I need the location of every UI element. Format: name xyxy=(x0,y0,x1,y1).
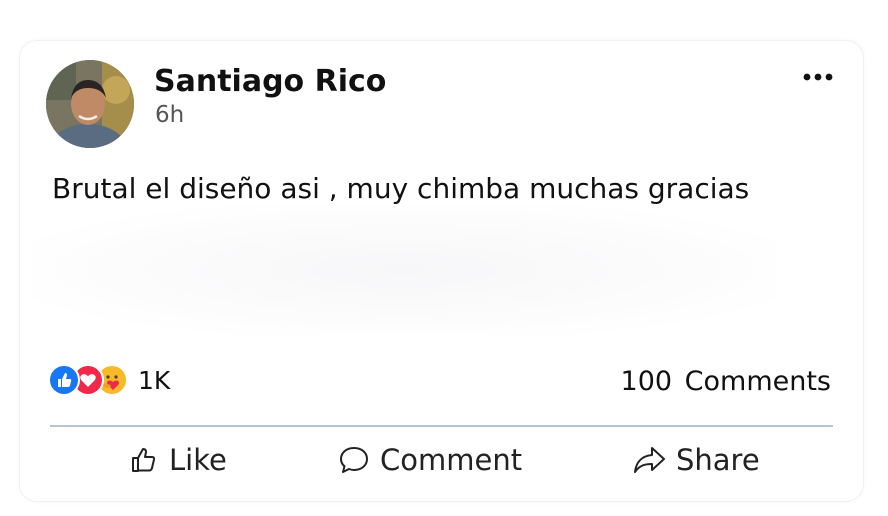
share-button[interactable]: Share xyxy=(632,440,760,480)
thumbs-up-icon xyxy=(129,445,159,475)
share-label: Share xyxy=(676,443,760,477)
divider xyxy=(50,425,833,427)
reactions-summary[interactable]: 1K xyxy=(48,362,170,398)
avatar[interactable] xyxy=(46,60,134,148)
comment-button[interactable]: Comment xyxy=(338,440,522,480)
like-button[interactable]: Like xyxy=(129,440,227,480)
like-reaction-icon xyxy=(48,364,80,396)
comment-label: Comment xyxy=(380,443,523,477)
like-label: Like xyxy=(169,443,227,477)
post-timestamp[interactable]: 6h xyxy=(155,102,184,128)
reaction-count: 1K xyxy=(138,365,171,395)
share-arrow-icon xyxy=(632,445,666,475)
more-options-button[interactable] xyxy=(800,64,836,90)
author-name[interactable]: Santiago Rico xyxy=(154,64,386,99)
ellipsis-icon xyxy=(803,73,833,81)
speech-bubble-icon xyxy=(338,445,370,475)
comments-count-link[interactable]: 100 Comments xyxy=(621,366,831,397)
post-text: Brutal el diseño asi , muy chimba muchas… xyxy=(52,172,750,205)
blurred-content xyxy=(32,205,777,335)
